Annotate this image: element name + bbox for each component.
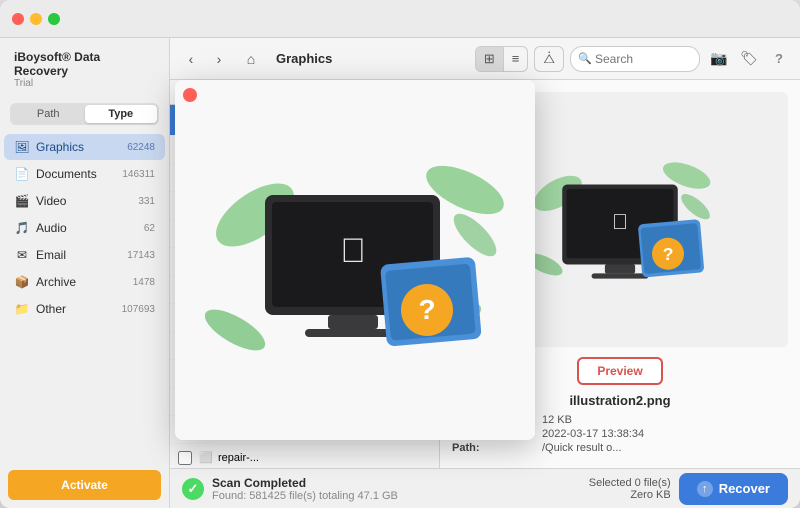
sidebar-item-count: 331 <box>138 196 155 207</box>
scan-complete-icon: ✓ <box>182 478 204 500</box>
back-icon: ‹ <box>189 51 194 67</box>
home-button[interactable]: ⌂ <box>238 46 264 72</box>
grid-icon: ⊞ <box>484 51 495 67</box>
preview-illustration:  ? <box>520 140 720 300</box>
help-button[interactable]: ? <box>766 46 792 72</box>
help-icon: ? <box>775 51 783 66</box>
audio-icon: 🎵 <box>14 220 30 236</box>
svg-text:?: ? <box>418 294 435 325</box>
filter-icon: ⧊ <box>543 51 555 66</box>
sidebar-item-documents[interactable]: 📄 Documents 146311 <box>4 161 165 187</box>
scan-status: Scan Completed Found: 581425 file(s) tot… <box>212 476 398 502</box>
sidebar-item-label: Archive <box>36 275 129 289</box>
home-icon: ⌂ <box>247 51 255 67</box>
status-bar: ✓ Scan Completed Found: 581425 file(s) t… <box>170 468 800 508</box>
graphics-icon: 🖼 <box>14 139 30 155</box>
recover-icon: ↑ <box>697 481 713 497</box>
documents-icon: 📄 <box>14 166 30 182</box>
forward-icon: › <box>217 51 222 67</box>
file-checkbox[interactable] <box>178 451 192 465</box>
popup-close-button[interactable] <box>183 88 197 102</box>
sidebar-item-label: Documents <box>36 167 118 181</box>
activate-button[interactable]: Activate <box>8 470 161 500</box>
sidebar-item-other[interactable]: 📁 Other 107693 <box>4 296 165 322</box>
sidebar-item-count: 62 <box>144 223 155 234</box>
svg-text:?: ? <box>663 244 674 264</box>
recover-button[interactable]: ↑ Recover <box>679 473 788 505</box>
sidebar-item-label: Audio <box>36 221 140 235</box>
popup-image-container:  ? <box>175 80 535 440</box>
sidebar-item-count: 17143 <box>127 250 155 261</box>
tag-icon: 🏷 <box>740 50 758 67</box>
sidebar-tabs: Path Type <box>10 103 159 125</box>
preview-filename: illustration2.png <box>569 393 670 408</box>
nav-back-button[interactable]: ‹ <box>178 46 204 72</box>
sidebar-item-count: 107693 <box>122 304 155 315</box>
svg-text::  <box>612 209 628 233</box>
archive-icon: 📦 <box>14 274 30 290</box>
minimize-button[interactable] <box>30 13 42 25</box>
search-container: 🔍 <box>570 46 700 72</box>
toolbar-right-icons: 📷 🏷 ? <box>706 46 792 72</box>
selected-size-text: Zero KB <box>589 489 671 501</box>
preview-meta-path-row: Path: /Quick result o... <box>452 442 788 454</box>
file-name: repair-... <box>218 452 296 464</box>
breadcrumb: Graphics <box>276 51 332 66</box>
sidebar-header: iBoysoft® Data Recovery Trial <box>0 38 169 95</box>
preview-button[interactable]: Preview <box>577 357 662 385</box>
sidebar-item-count: 146311 <box>122 169 155 180</box>
sidebar-item-count: 1478 <box>133 277 155 288</box>
app-subtitle: Trial <box>14 78 155 89</box>
tab-path[interactable]: Path <box>12 105 85 123</box>
toolbar-nav: ‹ › <box>178 46 232 72</box>
filter-button[interactable]: ⧊ <box>534 46 564 72</box>
titlebar <box>0 0 800 38</box>
sidebar-item-graphics[interactable]: 🖼 Graphics 62248 <box>4 134 165 160</box>
maximize-button[interactable] <box>48 13 60 25</box>
nav-forward-button[interactable]: › <box>206 46 232 72</box>
other-icon: 📁 <box>14 301 30 317</box>
app-title: iBoysoft® Data Recovery <box>14 50 155 78</box>
preview-path-label: Path: <box>452 442 542 454</box>
list-view-button[interactable]: ≡ <box>504 47 528 71</box>
list-icon: ≡ <box>512 51 520 66</box>
scan-status-sub: Found: 581425 file(s) totaling 47.1 GB <box>212 490 398 502</box>
preview-path-value: /Quick result o... <box>542 442 788 454</box>
recover-label: Recover <box>719 481 770 496</box>
sidebar-item-count: 62248 <box>127 142 155 153</box>
file-type-icon: ⬜ <box>198 450 214 466</box>
selected-files-text: Selected 0 file(s) <box>589 477 671 489</box>
selected-count: Selected 0 file(s) Zero KB <box>589 477 671 501</box>
sidebar-items: 🖼 Graphics 62248 📄 Documents 146311 🎬 Vi… <box>0 133 169 462</box>
sidebar-item-audio[interactable]: 🎵 Audio 62 <box>4 215 165 241</box>
toolbar: ‹ › ⌂ Graphics ⊞ ≡ <box>170 38 800 80</box>
sidebar: iBoysoft® Data Recovery Trial Path Type … <box>0 38 170 508</box>
sidebar-item-label: Other <box>36 302 118 316</box>
preview-popup[interactable]:  ? <box>175 80 535 440</box>
sidebar-item-video[interactable]: 🎬 Video 331 <box>4 188 165 214</box>
sidebar-item-archive[interactable]: 📦 Archive 1478 <box>4 269 165 295</box>
sidebar-item-label: Video <box>36 194 134 208</box>
preview-size-value: 12 KB <box>542 414 788 426</box>
table-row[interactable]: ⬜ repair-... <box>170 444 439 468</box>
camera-button[interactable]: 📷 <box>706 46 732 72</box>
svg-text::  <box>340 232 366 270</box>
grid-view-button[interactable]: ⊞ <box>476 47 504 71</box>
sidebar-item-label: Email <box>36 248 123 262</box>
scan-status-text: Scan Completed <box>212 476 398 490</box>
view-toggle: ⊞ ≡ <box>475 46 529 72</box>
camera-icon: 📷 <box>710 50 727 67</box>
search-input[interactable] <box>570 46 700 72</box>
preview-date-value: 2022-03-17 13:38:34 <box>542 428 788 440</box>
video-icon: 🎬 <box>14 193 30 209</box>
popup-illustration:  ? <box>205 135 505 385</box>
traffic-lights <box>12 13 60 25</box>
tab-type[interactable]: Type <box>85 105 158 123</box>
email-icon: ✉ <box>14 247 30 263</box>
sidebar-item-label: Graphics <box>36 140 123 154</box>
close-button[interactable] <box>12 13 24 25</box>
tag-button[interactable]: 🏷 <box>736 46 762 72</box>
sidebar-item-email[interactable]: ✉ Email 17143 <box>4 242 165 268</box>
